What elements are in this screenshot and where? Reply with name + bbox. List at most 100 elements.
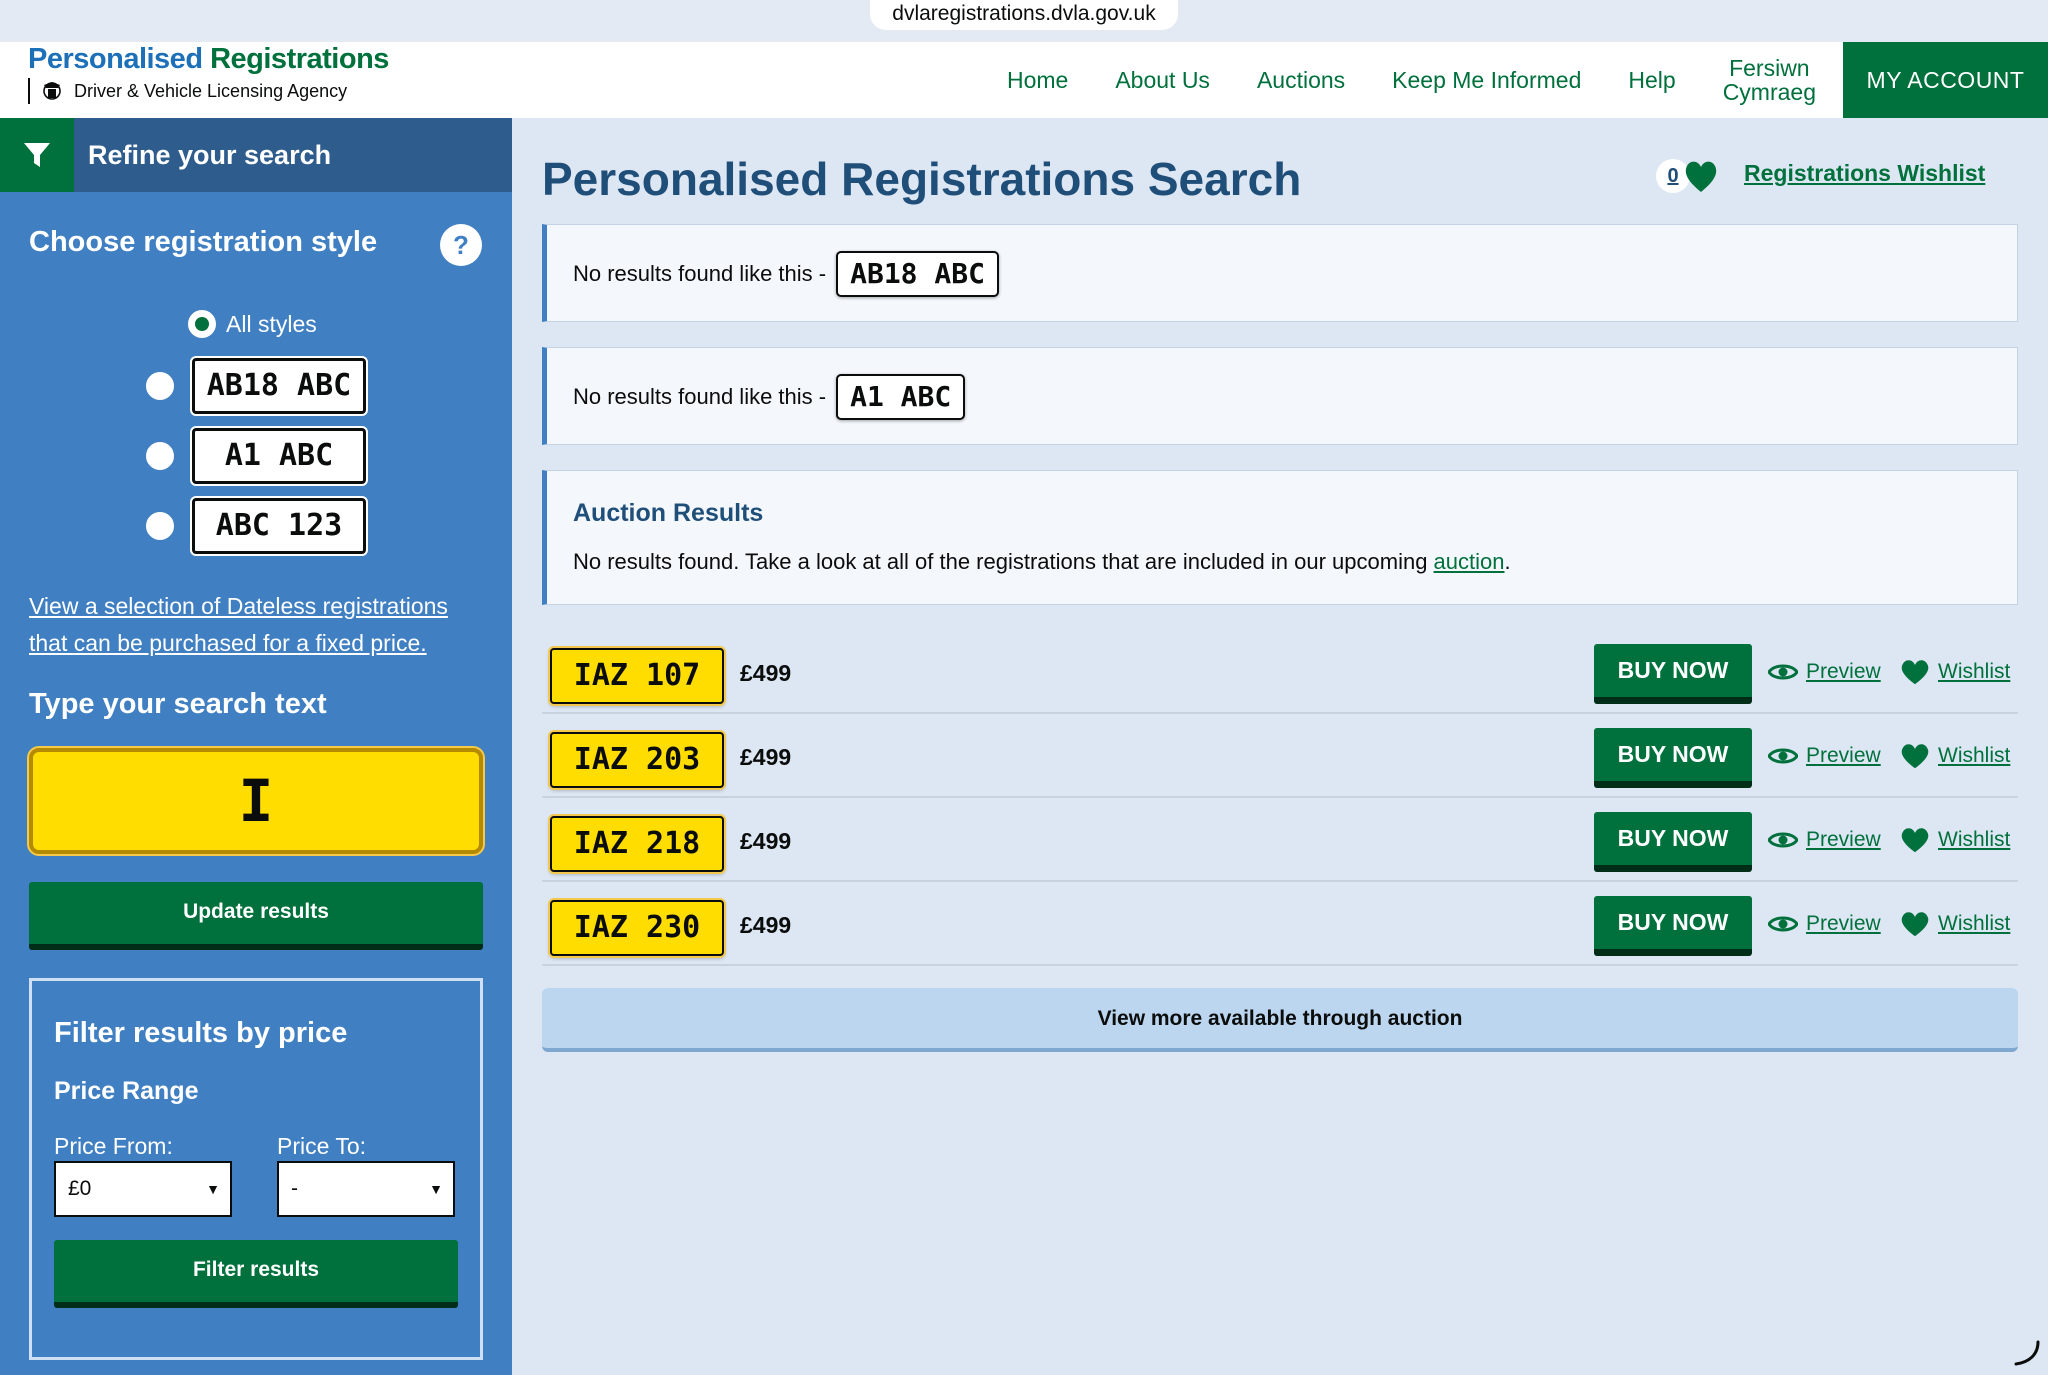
eye-icon: [1768, 832, 1798, 848]
nav-welsh[interactable]: Fersiwn Cymraeg: [1723, 56, 1816, 104]
dateless-link[interactable]: View a selection of Dateless registratio…: [29, 588, 479, 662]
wishlist-link[interactable]: Wishlist: [1900, 826, 2010, 854]
result-price: £499: [740, 912, 792, 938]
nav-welsh-line1: Fersiwn: [1729, 55, 1810, 81]
radio-style-3[interactable]: [146, 512, 174, 540]
result-row: IAZ 230 £499 BUY NOW Preview Wishlist: [542, 882, 2018, 966]
filter-title: Filter results by price: [54, 1017, 348, 1049]
chevron-down-icon: ▼: [429, 1181, 443, 1197]
registrations-wishlist-link[interactable]: Registrations Wishlist: [1744, 160, 1985, 187]
style-option-1[interactable]: AB18 ABC: [146, 356, 368, 416]
heart-icon: [1901, 660, 1929, 685]
preview-link[interactable]: Preview: [1768, 744, 1881, 768]
wishlist-counter[interactable]: 0: [1656, 158, 1718, 194]
result-row: IAZ 203 £499 BUY NOW Preview Wishlist: [542, 714, 2018, 798]
auction-text-before: No results found. Take a look at all of …: [573, 549, 1434, 574]
result-plate[interactable]: IAZ 230: [550, 900, 724, 956]
no-results-plate-2: A1 ABC: [836, 374, 966, 420]
search-input[interactable]: I: [29, 748, 483, 854]
preview-link[interactable]: Preview: [1768, 828, 1881, 852]
brand-title: Personalised Registrations: [28, 42, 389, 76]
preview-link[interactable]: Preview: [1768, 660, 1881, 684]
nav-help[interactable]: Help: [1628, 68, 1675, 92]
crest-icon: [43, 82, 61, 100]
page-title: Personalised Registrations Search: [542, 153, 1302, 205]
auction-results-text: No results found. Take a look at all of …: [573, 549, 1511, 575]
style-option-2[interactable]: A1 ABC: [146, 426, 368, 486]
wishlist-link[interactable]: Wishlist: [1900, 658, 2010, 686]
result-plate[interactable]: IAZ 107: [550, 648, 724, 704]
style-option-all[interactable]: All styles: [188, 310, 317, 338]
preview-link[interactable]: Preview: [1768, 912, 1881, 936]
filter-icon-box: [0, 118, 74, 192]
no-results-text-1: No results found like this -: [573, 261, 827, 286]
question-icon[interactable]: ?: [440, 224, 482, 266]
view-more-button[interactable]: View more available through auction: [542, 988, 2018, 1052]
wishlist-link[interactable]: Wishlist: [1900, 910, 2010, 938]
style-plate-2: A1 ABC: [190, 426, 368, 486]
buy-now-button[interactable]: BUY NOW: [1594, 644, 1752, 704]
radio-style-1[interactable]: [146, 372, 174, 400]
nav-keep-me-informed[interactable]: Keep Me Informed: [1392, 68, 1581, 92]
result-row: IAZ 218 £499 BUY NOW Preview Wishlist: [542, 798, 2018, 882]
main-nav: Home About Us Auctions Keep Me Informed …: [1007, 42, 2048, 118]
nav-home[interactable]: Home: [1007, 68, 1068, 92]
result-row: IAZ 107 £499 BUY NOW Preview Wishlist: [542, 630, 2018, 714]
heart-icon: [1685, 161, 1717, 192]
result-plate[interactable]: IAZ 218: [550, 816, 724, 872]
nav-about-us[interactable]: About Us: [1115, 68, 1210, 92]
wishlist-label: Wishlist: [1938, 744, 2011, 767]
price-from-value: £0: [68, 1177, 92, 1200]
preview-label: Preview: [1806, 912, 1881, 935]
wishlist-label: Wishlist: [1938, 660, 2011, 683]
wishlist-label: Wishlist: [1938, 912, 2011, 935]
result-price: £499: [740, 828, 792, 854]
buy-now-button[interactable]: BUY NOW: [1594, 728, 1752, 788]
heart-icon: [1901, 912, 1929, 937]
wishlist-label: Wishlist: [1938, 828, 2011, 851]
search-text-title: Type your search text: [29, 688, 327, 720]
style-option-3[interactable]: ABC 123: [146, 496, 368, 556]
preview-label: Preview: [1806, 744, 1881, 767]
no-results-line-2: No results found like this - A1 ABC: [573, 374, 966, 420]
price-range-label: Price Range: [54, 1077, 199, 1105]
no-results-line-1: No results found like this - AB18 ABC: [573, 251, 999, 297]
preview-label: Preview: [1806, 660, 1881, 683]
refine-header[interactable]: Refine your search: [0, 118, 512, 192]
eye-icon: [1768, 916, 1798, 932]
heart-icon: [1901, 828, 1929, 853]
nav-auctions[interactable]: Auctions: [1257, 68, 1345, 92]
url-field[interactable]: dvlaregistrations.dvla.gov.uk: [870, 0, 1178, 30]
price-to-label: Price To:: [277, 1133, 367, 1159]
no-results-plate-1: AB18 ABC: [836, 251, 999, 297]
buy-now-button[interactable]: BUY NOW: [1594, 812, 1752, 872]
brand-subtitle-row: Driver & Vehicle Licensing Agency: [28, 78, 389, 104]
auction-text-after: .: [1504, 549, 1511, 574]
result-plate[interactable]: IAZ 203: [550, 732, 724, 788]
auction-results-box: Auction Results No results found. Take a…: [542, 470, 2018, 605]
my-account-button[interactable]: MY ACCOUNT: [1843, 42, 2048, 118]
auction-link[interactable]: auction: [1434, 549, 1505, 574]
filter-icon: [24, 143, 50, 167]
price-to-select[interactable]: - ▼: [277, 1161, 455, 1217]
chevron-down-icon: ▼: [206, 1181, 220, 1197]
brand-logo[interactable]: Personalised Registrations Driver & Vehi…: [28, 42, 389, 104]
buy-now-button[interactable]: BUY NOW: [1594, 896, 1752, 956]
radio-all-styles[interactable]: [188, 310, 216, 338]
auction-results-title: Auction Results: [573, 499, 764, 527]
price-from-select[interactable]: £0 ▼: [54, 1161, 232, 1217]
spinner-icon: [2014, 1340, 2040, 1366]
refine-sidebar: Refine your search Choose registration s…: [0, 118, 512, 1375]
nav-welsh-line2: Cymraeg: [1722, 79, 1816, 105]
preview-label: Preview: [1806, 828, 1881, 851]
radio-style-2[interactable]: [146, 442, 174, 470]
style-title: Choose registration style: [29, 226, 378, 258]
update-results-button[interactable]: Update results: [29, 882, 483, 950]
brand-title-part1: Personalised: [28, 43, 211, 75]
no-results-text-2: No results found like this -: [573, 384, 827, 409]
price-from-label: Price From:: [54, 1133, 173, 1159]
wishlist-link[interactable]: Wishlist: [1900, 742, 2010, 770]
filter-results-button[interactable]: Filter results: [54, 1240, 458, 1308]
refine-title: Refine your search: [88, 139, 332, 170]
style-plate-1: AB18 ABC: [190, 356, 368, 416]
